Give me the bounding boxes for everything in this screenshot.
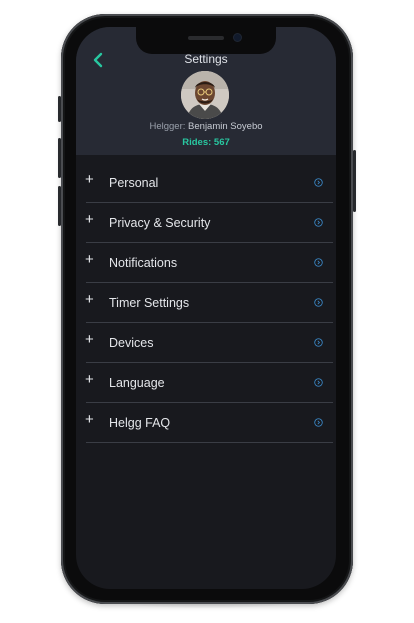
circle-chevron-right-icon [314, 258, 323, 267]
expand-plus-icon: + [85, 371, 94, 388]
settings-screen: Settings Helgger: Benjamin Soyebo Rides:… [76, 27, 336, 589]
circle-chevron-right-icon [314, 378, 323, 387]
menu-item-personal[interactable]: + Personal [85, 163, 333, 203]
circle-chevron-right-icon [314, 338, 323, 347]
user-role-label: Helgger: [149, 121, 186, 132]
menu-item-label: Devices [109, 336, 154, 350]
circle-chevron-right-icon [314, 178, 323, 187]
menu-item-timer-settings[interactable]: + Timer Settings [85, 283, 333, 323]
expand-plus-icon: + [85, 251, 94, 268]
front-camera [234, 34, 241, 41]
menu-item-label: Language [109, 376, 165, 390]
expand-plus-icon: + [85, 171, 94, 188]
expand-plus-icon: + [85, 331, 94, 348]
expand-plus-icon: + [85, 411, 94, 428]
menu-item-language[interactable]: + Language [85, 363, 333, 403]
notch [136, 27, 276, 54]
menu-item-privacy-security[interactable]: + Privacy & Security [85, 203, 333, 243]
menu-item-notifications[interactable]: + Notifications [85, 243, 333, 283]
expand-plus-icon: + [85, 291, 94, 308]
circle-chevron-right-icon [314, 298, 323, 307]
menu-item-devices[interactable]: + Devices [85, 323, 333, 363]
user-name: Benjamin Soyebo [188, 121, 263, 132]
settings-menu: + Personal + Privacy & Security + Notifi… [76, 163, 336, 443]
user-name-line: Helgger: Benjamin Soyebo [76, 121, 336, 132]
menu-item-label: Helgg FAQ [109, 416, 171, 430]
menu-item-helgg-faq[interactable]: + Helgg FAQ [85, 403, 333, 443]
menu-item-label: Notifications [109, 256, 178, 270]
page-title: Settings [184, 52, 228, 66]
power-button [353, 150, 356, 212]
avatar[interactable] [181, 71, 229, 119]
menu-item-label: Personal [109, 176, 159, 190]
speaker [188, 36, 224, 40]
circle-chevron-right-icon [314, 418, 323, 427]
expand-plus-icon: + [85, 211, 94, 228]
menu-item-label: Privacy & Security [109, 216, 211, 230]
circle-chevron-right-icon [314, 218, 323, 227]
menu-item-label: Timer Settings [109, 296, 190, 310]
rides-count: Rides: 567 [182, 137, 230, 148]
profile-photo [181, 71, 229, 119]
